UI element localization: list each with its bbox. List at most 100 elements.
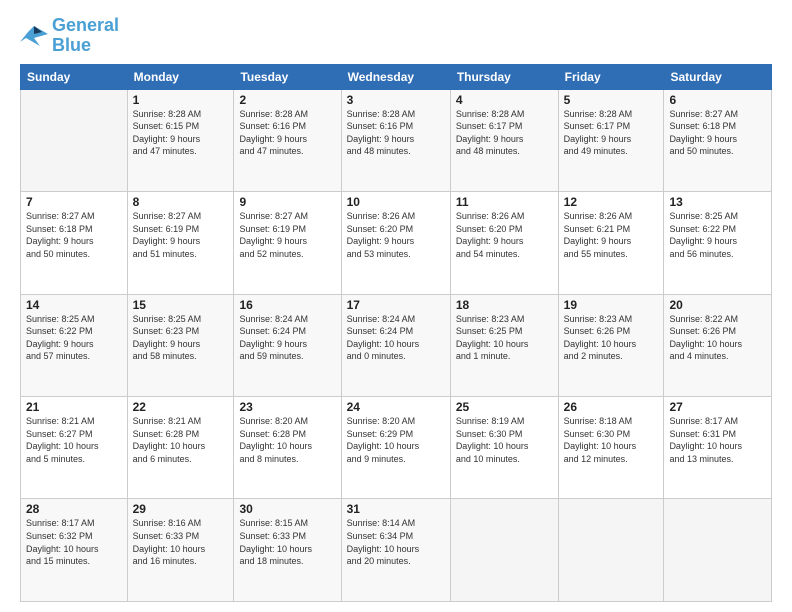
day-info: Sunrise: 8:19 AM Sunset: 6:30 PM Dayligh… xyxy=(456,415,553,465)
calendar-cell: 6Sunrise: 8:27 AM Sunset: 6:18 PM Daylig… xyxy=(664,89,772,191)
day-number: 11 xyxy=(456,195,553,209)
day-info: Sunrise: 8:23 AM Sunset: 6:25 PM Dayligh… xyxy=(456,313,553,363)
day-number: 28 xyxy=(26,502,122,516)
day-info: Sunrise: 8:28 AM Sunset: 6:17 PM Dayligh… xyxy=(456,108,553,158)
calendar-cell: 3Sunrise: 8:28 AM Sunset: 6:16 PM Daylig… xyxy=(341,89,450,191)
weekday-header-row: SundayMondayTuesdayWednesdayThursdayFrid… xyxy=(21,64,772,89)
day-info: Sunrise: 8:20 AM Sunset: 6:28 PM Dayligh… xyxy=(239,415,335,465)
logo: GeneralBlue xyxy=(20,16,119,56)
day-number: 26 xyxy=(564,400,659,414)
day-number: 20 xyxy=(669,298,766,312)
calendar-cell: 21Sunrise: 8:21 AM Sunset: 6:27 PM Dayli… xyxy=(21,397,128,499)
day-number: 12 xyxy=(564,195,659,209)
day-number: 30 xyxy=(239,502,335,516)
calendar-cell: 11Sunrise: 8:26 AM Sunset: 6:20 PM Dayli… xyxy=(450,192,558,294)
day-info: Sunrise: 8:21 AM Sunset: 6:27 PM Dayligh… xyxy=(26,415,122,465)
day-number: 31 xyxy=(347,502,445,516)
calendar-cell xyxy=(21,89,128,191)
day-info: Sunrise: 8:23 AM Sunset: 6:26 PM Dayligh… xyxy=(564,313,659,363)
calendar-cell xyxy=(664,499,772,602)
calendar-cell: 5Sunrise: 8:28 AM Sunset: 6:17 PM Daylig… xyxy=(558,89,664,191)
day-info: Sunrise: 8:28 AM Sunset: 6:17 PM Dayligh… xyxy=(564,108,659,158)
day-info: Sunrise: 8:27 AM Sunset: 6:18 PM Dayligh… xyxy=(669,108,766,158)
day-number: 9 xyxy=(239,195,335,209)
day-info: Sunrise: 8:27 AM Sunset: 6:19 PM Dayligh… xyxy=(239,210,335,260)
calendar-cell: 7Sunrise: 8:27 AM Sunset: 6:18 PM Daylig… xyxy=(21,192,128,294)
logo-icon xyxy=(20,24,48,48)
calendar-week-3: 14Sunrise: 8:25 AM Sunset: 6:22 PM Dayli… xyxy=(21,294,772,396)
calendar-week-2: 7Sunrise: 8:27 AM Sunset: 6:18 PM Daylig… xyxy=(21,192,772,294)
calendar-cell: 9Sunrise: 8:27 AM Sunset: 6:19 PM Daylig… xyxy=(234,192,341,294)
calendar-cell: 13Sunrise: 8:25 AM Sunset: 6:22 PM Dayli… xyxy=(664,192,772,294)
day-number: 19 xyxy=(564,298,659,312)
weekday-header-monday: Monday xyxy=(127,64,234,89)
day-info: Sunrise: 8:27 AM Sunset: 6:18 PM Dayligh… xyxy=(26,210,122,260)
day-number: 24 xyxy=(347,400,445,414)
calendar-cell: 16Sunrise: 8:24 AM Sunset: 6:24 PM Dayli… xyxy=(234,294,341,396)
calendar-cell: 12Sunrise: 8:26 AM Sunset: 6:21 PM Dayli… xyxy=(558,192,664,294)
calendar-cell: 27Sunrise: 8:17 AM Sunset: 6:31 PM Dayli… xyxy=(664,397,772,499)
day-info: Sunrise: 8:18 AM Sunset: 6:30 PM Dayligh… xyxy=(564,415,659,465)
calendar-cell: 17Sunrise: 8:24 AM Sunset: 6:24 PM Dayli… xyxy=(341,294,450,396)
day-number: 21 xyxy=(26,400,122,414)
calendar-week-5: 28Sunrise: 8:17 AM Sunset: 6:32 PM Dayli… xyxy=(21,499,772,602)
calendar-cell: 10Sunrise: 8:26 AM Sunset: 6:20 PM Dayli… xyxy=(341,192,450,294)
day-number: 5 xyxy=(564,93,659,107)
calendar-cell: 18Sunrise: 8:23 AM Sunset: 6:25 PM Dayli… xyxy=(450,294,558,396)
day-number: 3 xyxy=(347,93,445,107)
day-number: 27 xyxy=(669,400,766,414)
day-info: Sunrise: 8:17 AM Sunset: 6:31 PM Dayligh… xyxy=(669,415,766,465)
calendar-cell: 15Sunrise: 8:25 AM Sunset: 6:23 PM Dayli… xyxy=(127,294,234,396)
calendar-week-4: 21Sunrise: 8:21 AM Sunset: 6:27 PM Dayli… xyxy=(21,397,772,499)
day-info: Sunrise: 8:26 AM Sunset: 6:20 PM Dayligh… xyxy=(456,210,553,260)
day-number: 25 xyxy=(456,400,553,414)
calendar-cell: 2Sunrise: 8:28 AM Sunset: 6:16 PM Daylig… xyxy=(234,89,341,191)
day-number: 16 xyxy=(239,298,335,312)
calendar-cell: 23Sunrise: 8:20 AM Sunset: 6:28 PM Dayli… xyxy=(234,397,341,499)
weekday-header-thursday: Thursday xyxy=(450,64,558,89)
day-info: Sunrise: 8:22 AM Sunset: 6:26 PM Dayligh… xyxy=(669,313,766,363)
day-number: 6 xyxy=(669,93,766,107)
calendar-cell xyxy=(450,499,558,602)
weekday-header-tuesday: Tuesday xyxy=(234,64,341,89)
calendar-week-1: 1Sunrise: 8:28 AM Sunset: 6:15 PM Daylig… xyxy=(21,89,772,191)
day-number: 2 xyxy=(239,93,335,107)
calendar-cell: 22Sunrise: 8:21 AM Sunset: 6:28 PM Dayli… xyxy=(127,397,234,499)
calendar-cell: 28Sunrise: 8:17 AM Sunset: 6:32 PM Dayli… xyxy=(21,499,128,602)
page: GeneralBlue SundayMondayTuesdayWednesday… xyxy=(0,0,792,612)
header: GeneralBlue xyxy=(20,16,772,56)
calendar-table: SundayMondayTuesdayWednesdayThursdayFrid… xyxy=(20,64,772,602)
day-info: Sunrise: 8:24 AM Sunset: 6:24 PM Dayligh… xyxy=(239,313,335,363)
calendar-cell: 31Sunrise: 8:14 AM Sunset: 6:34 PM Dayli… xyxy=(341,499,450,602)
day-number: 15 xyxy=(133,298,229,312)
day-info: Sunrise: 8:26 AM Sunset: 6:20 PM Dayligh… xyxy=(347,210,445,260)
calendar-cell: 4Sunrise: 8:28 AM Sunset: 6:17 PM Daylig… xyxy=(450,89,558,191)
day-number: 7 xyxy=(26,195,122,209)
calendar-cell: 29Sunrise: 8:16 AM Sunset: 6:33 PM Dayli… xyxy=(127,499,234,602)
weekday-header-saturday: Saturday xyxy=(664,64,772,89)
day-info: Sunrise: 8:28 AM Sunset: 6:15 PM Dayligh… xyxy=(133,108,229,158)
day-number: 18 xyxy=(456,298,553,312)
calendar-cell: 24Sunrise: 8:20 AM Sunset: 6:29 PM Dayli… xyxy=(341,397,450,499)
calendar-cell: 30Sunrise: 8:15 AM Sunset: 6:33 PM Dayli… xyxy=(234,499,341,602)
day-number: 1 xyxy=(133,93,229,107)
day-number: 22 xyxy=(133,400,229,414)
weekday-header-wednesday: Wednesday xyxy=(341,64,450,89)
logo-text: GeneralBlue xyxy=(52,16,119,56)
day-info: Sunrise: 8:17 AM Sunset: 6:32 PM Dayligh… xyxy=(26,517,122,567)
day-info: Sunrise: 8:14 AM Sunset: 6:34 PM Dayligh… xyxy=(347,517,445,567)
weekday-header-sunday: Sunday xyxy=(21,64,128,89)
day-info: Sunrise: 8:15 AM Sunset: 6:33 PM Dayligh… xyxy=(239,517,335,567)
day-info: Sunrise: 8:16 AM Sunset: 6:33 PM Dayligh… xyxy=(133,517,229,567)
day-info: Sunrise: 8:24 AM Sunset: 6:24 PM Dayligh… xyxy=(347,313,445,363)
calendar-cell: 26Sunrise: 8:18 AM Sunset: 6:30 PM Dayli… xyxy=(558,397,664,499)
day-number: 4 xyxy=(456,93,553,107)
weekday-header-friday: Friday xyxy=(558,64,664,89)
day-info: Sunrise: 8:21 AM Sunset: 6:28 PM Dayligh… xyxy=(133,415,229,465)
calendar-cell: 1Sunrise: 8:28 AM Sunset: 6:15 PM Daylig… xyxy=(127,89,234,191)
day-info: Sunrise: 8:27 AM Sunset: 6:19 PM Dayligh… xyxy=(133,210,229,260)
day-info: Sunrise: 8:28 AM Sunset: 6:16 PM Dayligh… xyxy=(239,108,335,158)
day-number: 29 xyxy=(133,502,229,516)
calendar-cell xyxy=(558,499,664,602)
day-number: 23 xyxy=(239,400,335,414)
